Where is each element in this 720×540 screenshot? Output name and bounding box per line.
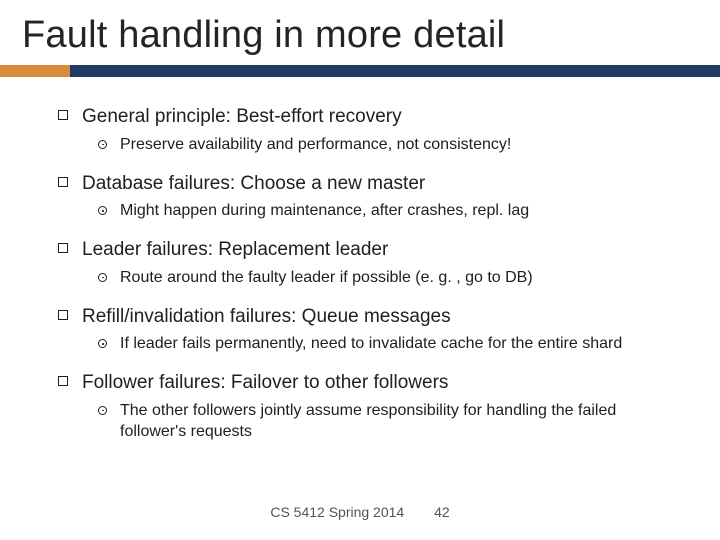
bullet-lvl2-text: If leader fails permanently, need to inv… — [120, 335, 622, 352]
bullet-lvl2: Preserve availability and performance, n… — [98, 135, 678, 156]
bullet-lvl2-text: Might happen during maintenance, after c… — [120, 202, 529, 219]
footer-page: 42 — [434, 504, 450, 520]
slide-title: Fault handling in more detail — [0, 0, 720, 65]
accent-orange — [0, 65, 70, 77]
accent-bar — [0, 65, 720, 77]
slide: Fault handling in more detail General pr… — [0, 0, 720, 540]
bullet-lvl2: The other followers jointly assume respo… — [98, 401, 678, 443]
bullet-lvl2-text: The other followers jointly assume respo… — [120, 402, 616, 440]
bullet-lvl1: Database failures: Choose a new master — [58, 172, 678, 196]
bullet-lvl2-text: Preserve availability and performance, n… — [120, 136, 511, 153]
slide-footer: CS 5412 Spring 2014 42 — [0, 504, 720, 520]
bullet-lvl2-text: Route around the faulty leader if possib… — [120, 269, 533, 286]
bullet-lvl2: Route around the faulty leader if possib… — [98, 268, 678, 289]
bullet-lvl2: If leader fails permanently, need to inv… — [98, 334, 678, 355]
bullet-lvl1: Refill/invalidation failures: Queue mess… — [58, 305, 678, 329]
bullet-lvl2: Might happen during maintenance, after c… — [98, 201, 678, 222]
slide-body: General principle: Best-effort recovery … — [0, 77, 720, 443]
footer-course: CS 5412 Spring 2014 — [270, 504, 404, 520]
bullet-lvl1: Leader failures: Replacement leader — [58, 238, 678, 262]
bullet-lvl1: Follower failures: Failover to other fol… — [58, 371, 678, 395]
bullet-lvl1: General principle: Best-effort recovery — [58, 105, 678, 129]
accent-navy — [70, 65, 720, 77]
